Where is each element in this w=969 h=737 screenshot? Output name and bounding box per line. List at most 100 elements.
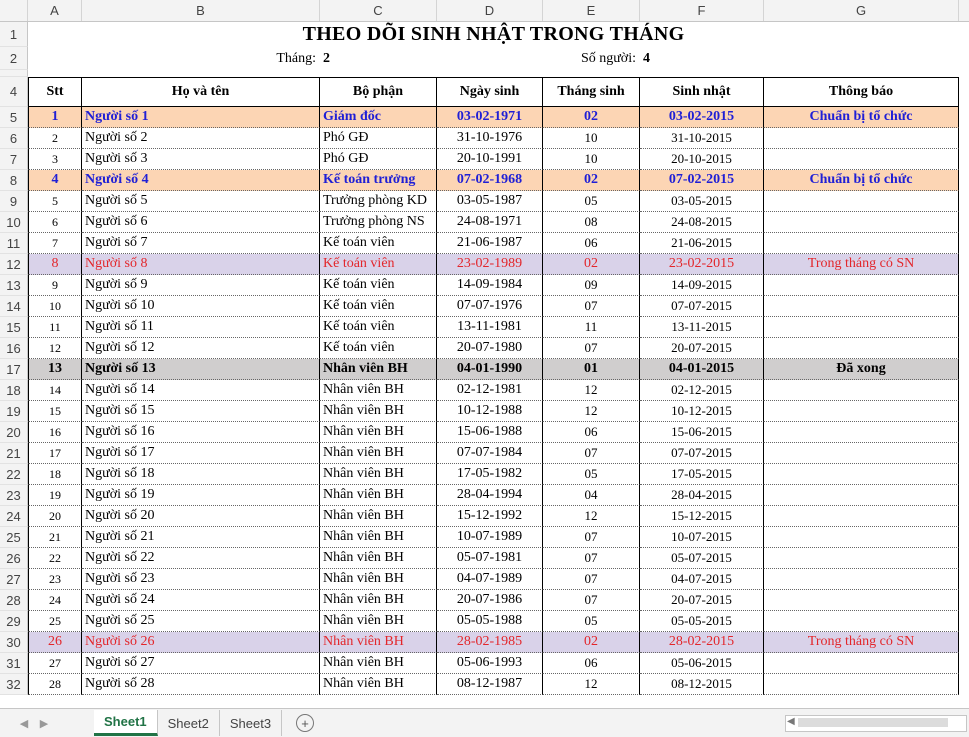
cell-dob[interactable]: 21-06-1987 <box>437 233 543 254</box>
cell-birthday[interactable]: 07-07-2015 <box>640 296 764 317</box>
tab-sheet3[interactable]: Sheet3 <box>220 710 283 736</box>
cell-name[interactable]: Người số 1 <box>82 107 320 128</box>
cell-stt[interactable]: 11 <box>28 317 82 338</box>
scroll-left-icon[interactable]: ◀ <box>787 716 795 727</box>
cell-dob[interactable]: 07-07-1976 <box>437 296 543 317</box>
row-header[interactable]: 22 <box>0 464 28 485</box>
cell-notice[interactable] <box>764 548 959 569</box>
select-all-corner[interactable] <box>0 0 28 21</box>
sheet-title[interactable]: THEO DÕI SINH NHẬT TRONG THÁNG <box>28 22 959 47</box>
row-header[interactable]: 7 <box>0 149 28 170</box>
row-header[interactable]: 6 <box>0 128 28 149</box>
cell-stt[interactable]: 2 <box>28 128 82 149</box>
cell-stt[interactable]: 26 <box>28 632 82 653</box>
row-header[interactable]: 32 <box>0 674 28 695</box>
cell-dept[interactable]: Kế toán viên <box>320 317 437 338</box>
cell-notice[interactable] <box>764 317 959 338</box>
scroll-tabs-left-icon[interactable]: ◀ <box>14 717 34 730</box>
cell-name[interactable]: Người số 6 <box>82 212 320 233</box>
cell-stt[interactable]: 3 <box>28 149 82 170</box>
cell-birth-month[interactable]: 11 <box>543 317 640 338</box>
count-value[interactable]: 4 <box>640 47 764 70</box>
cell-stt[interactable]: 25 <box>28 611 82 632</box>
cell-dob[interactable]: 04-07-1989 <box>437 569 543 590</box>
cell-birthday[interactable]: 28-04-2015 <box>640 485 764 506</box>
cell-name[interactable]: Người số 5 <box>82 191 320 212</box>
cell-dob[interactable]: 10-12-1988 <box>437 401 543 422</box>
cell-dept[interactable]: Nhân viên BH <box>320 569 437 590</box>
cell-birthday[interactable]: 02-12-2015 <box>640 380 764 401</box>
row-header[interactable]: 30 <box>0 632 28 653</box>
cell-stt[interactable]: 10 <box>28 296 82 317</box>
column-header-a[interactable]: A <box>28 0 82 21</box>
cell-birth-month[interactable]: 07 <box>543 569 640 590</box>
row-header[interactable]: 23 <box>0 485 28 506</box>
cell-stt[interactable]: 27 <box>28 653 82 674</box>
cell-name[interactable]: Người số 13 <box>82 359 320 380</box>
cell-birthday[interactable]: 20-07-2015 <box>640 338 764 359</box>
row-header[interactable]: 25 <box>0 527 28 548</box>
cell-dob[interactable]: 05-07-1981 <box>437 548 543 569</box>
cell-stt[interactable]: 24 <box>28 590 82 611</box>
column-header-f[interactable]: F <box>640 0 764 21</box>
cell-dob[interactable]: 20-07-1986 <box>437 590 543 611</box>
cell-dept[interactable]: Giám đốc <box>320 107 437 128</box>
cell-name[interactable]: Người số 28 <box>82 674 320 695</box>
cell-notice[interactable]: Đã xong <box>764 359 959 380</box>
cell-notice[interactable] <box>764 527 959 548</box>
cell-dob[interactable]: 15-06-1988 <box>437 422 543 443</box>
cell-dept[interactable]: Nhân viên BH <box>320 380 437 401</box>
cell-birthday[interactable]: 07-02-2015 <box>640 170 764 191</box>
cell-stt[interactable]: 13 <box>28 359 82 380</box>
row-header[interactable]: 24 <box>0 506 28 527</box>
cell-stt[interactable]: 15 <box>28 401 82 422</box>
cell-dob[interactable]: 07-07-1984 <box>437 443 543 464</box>
cell-dob[interactable]: 14-09-1984 <box>437 275 543 296</box>
cell-birth-month[interactable]: 05 <box>543 464 640 485</box>
month-value[interactable]: 2 <box>320 47 437 70</box>
cell-dept[interactable]: Nhân viên BH <box>320 464 437 485</box>
cell-birth-month[interactable]: 07 <box>543 443 640 464</box>
cell-birthday[interactable]: 14-09-2015 <box>640 275 764 296</box>
cell-birth-month[interactable]: 06 <box>543 233 640 254</box>
cell-birthday[interactable]: 23-02-2015 <box>640 254 764 275</box>
row-header[interactable]: 19 <box>0 401 28 422</box>
cell-name[interactable]: Người số 24 <box>82 590 320 611</box>
cell-dept[interactable]: Nhân viên BH <box>320 611 437 632</box>
cell-name[interactable]: Người số 18 <box>82 464 320 485</box>
cell-birthday[interactable]: 21-06-2015 <box>640 233 764 254</box>
cell-name[interactable]: Người số 10 <box>82 296 320 317</box>
cell-dept[interactable]: Nhân viên BH <box>320 506 437 527</box>
cell-birth-month[interactable]: 02 <box>543 107 640 128</box>
row-header[interactable]: 8 <box>0 170 28 191</box>
cell-stt[interactable]: 6 <box>28 212 82 233</box>
cell-stt[interactable]: 18 <box>28 464 82 485</box>
header-dob[interactable]: Ngày sinh <box>437 77 543 107</box>
cell-name[interactable]: Người số 4 <box>82 170 320 191</box>
cell-dob[interactable]: 20-07-1980 <box>437 338 543 359</box>
cell-notice[interactable] <box>764 443 959 464</box>
row-header[interactable]: 9 <box>0 191 28 212</box>
cell-name[interactable]: Người số 21 <box>82 527 320 548</box>
cell-dept[interactable]: Kế toán viên <box>320 275 437 296</box>
cell-stt[interactable]: 19 <box>28 485 82 506</box>
row-header[interactable]: 5 <box>0 107 28 128</box>
row-header[interactable]: 28 <box>0 590 28 611</box>
cell-dept[interactable]: Nhân viên BH <box>320 527 437 548</box>
cell-birth-month[interactable]: 04 <box>543 485 640 506</box>
cell-dob[interactable]: 05-06-1993 <box>437 653 543 674</box>
cell-dept[interactable]: Kế toán viên <box>320 338 437 359</box>
cell-dob[interactable]: 02-12-1981 <box>437 380 543 401</box>
row-header[interactable]: 4 <box>0 77 28 107</box>
cell-birthday[interactable]: 03-05-2015 <box>640 191 764 212</box>
row-header[interactable]: 12 <box>0 254 28 275</box>
column-header-g[interactable]: G <box>764 0 959 21</box>
cell-dept[interactable]: Kế toán viên <box>320 296 437 317</box>
cell-dept[interactable]: Kế toán trưởng <box>320 170 437 191</box>
cell-stt[interactable]: 8 <box>28 254 82 275</box>
cell-birthday[interactable]: 17-05-2015 <box>640 464 764 485</box>
cell-notice[interactable]: Chuẩn bị tổ chức <box>764 170 959 191</box>
cell-stt[interactable]: 5 <box>28 191 82 212</box>
cell-dob[interactable]: 04-01-1990 <box>437 359 543 380</box>
cell-notice[interactable]: Trong tháng có SN <box>764 254 959 275</box>
